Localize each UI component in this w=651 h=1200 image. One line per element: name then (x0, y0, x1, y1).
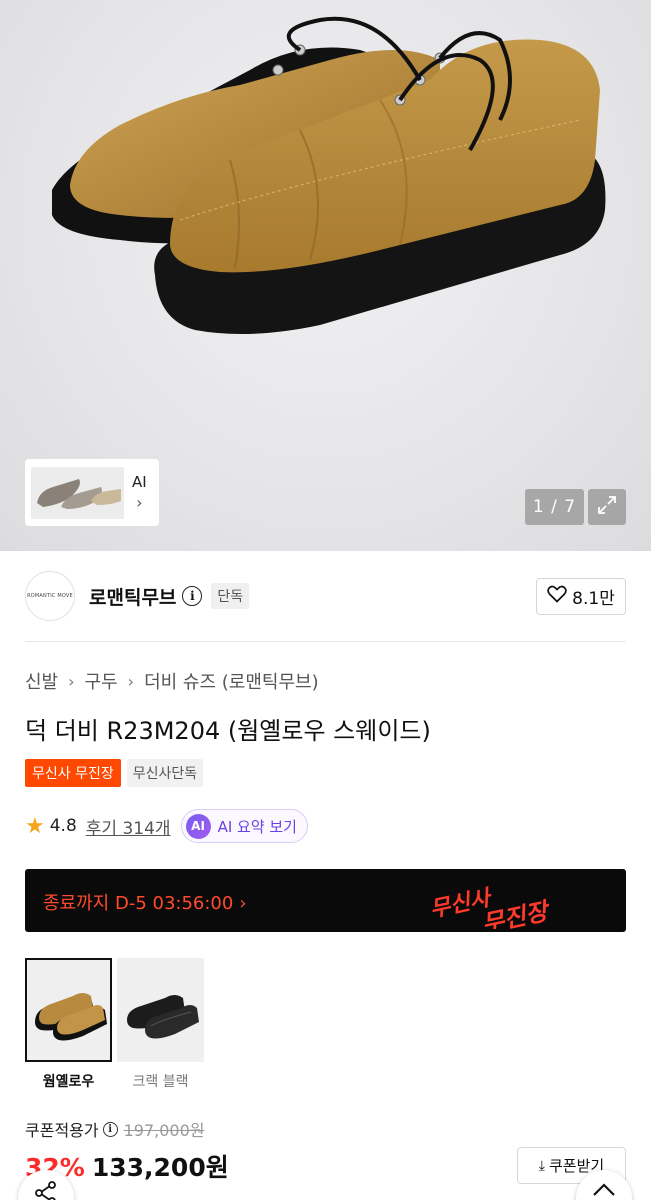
ai-icon: AI (185, 813, 211, 839)
download-icon: ⤓ (538, 1157, 545, 1174)
like-count: 8.1만 (572, 588, 615, 609)
ai-summary-button[interactable]: AI AI 요약 보기 (180, 809, 308, 843)
original-price: 197,000원 (123, 1121, 205, 1140)
coupon-price-row: 쿠폰적용가 i 197,000원 (25, 1117, 205, 1141)
divider (25, 641, 626, 642)
star-icon: ★ (25, 813, 45, 839)
countdown-text: 종료까지 D-5 03:56:00 (43, 893, 234, 914)
product-tags: 무신사 무진장 무신사단독 (25, 759, 204, 787)
coupon-price-label: 쿠폰적용가 (25, 1121, 99, 1140)
brand-logo[interactable]: ROMANTIC MOVE (25, 571, 75, 621)
product-image-carousel[interactable]: AI › 1 / 7 (0, 0, 651, 551)
product-title: 덕 더비 R23M204 (웜옐로우 스웨이드) (25, 717, 431, 745)
option-image (25, 958, 112, 1062)
rating-row: ★ 4.8 후기 314개 AI AI 요약 보기 (25, 809, 308, 843)
review-count-link[interactable]: 후기 314개 (86, 814, 171, 839)
event-timer-banner[interactable]: 종료까지 D-5 03:56:00 › 무신사 무진장 (25, 869, 626, 932)
color-option-warm-yellow[interactable]: 웜옐로우 (25, 958, 112, 1091)
color-option-crack-black[interactable]: 크랙 블랙 (117, 958, 204, 1091)
event-logo: 무신사 무진장 (428, 885, 554, 929)
brand-row: ROMANTIC MOVE 로맨틱무브 i 단독 8.1만 (25, 571, 626, 621)
final-price: 133,200원 (91, 1153, 229, 1182)
option-label: 크랙 블랙 (132, 1074, 189, 1090)
ai-similar-thumbnail[interactable]: AI › (25, 459, 159, 526)
color-options: 웜옐로우 크랙 블랙 (25, 958, 209, 1091)
thumbnail-image (31, 466, 124, 519)
info-icon[interactable]: i (182, 586, 203, 606)
breadcrumb: 신발 › 구두 › 더비 슈즈 (로맨틱무브) (25, 668, 319, 694)
exclusive-tag: 무신사단독 (126, 759, 204, 787)
event-tag: 무신사 무진장 (25, 759, 121, 787)
breadcrumb-item[interactable]: 더비 슈즈 (로맨틱무브) (144, 668, 319, 694)
svg-text:무진장: 무진장 (479, 896, 553, 929)
ai-summary-label: AI 요약 보기 (217, 817, 297, 836)
ai-label: AI (132, 473, 147, 491)
chevron-right-icon: › (127, 671, 135, 691)
expand-icon (596, 494, 618, 520)
breadcrumb-item[interactable]: 구두 (85, 668, 118, 694)
chevron-right-icon: › (239, 893, 247, 914)
option-image (117, 958, 204, 1062)
breadcrumb-item[interactable]: 신발 (25, 668, 58, 694)
rating-value: 4.8 (49, 816, 77, 836)
brand-logo-text: ROMANTIC MOVE (27, 593, 73, 599)
expand-button[interactable] (588, 489, 626, 525)
brand-name[interactable]: 로맨틱무브 (89, 583, 176, 610)
share-icon (33, 1180, 59, 1200)
chevron-right-icon: › (136, 493, 143, 512)
like-button[interactable]: 8.1만 (536, 577, 626, 615)
info-icon[interactable]: i (102, 1121, 118, 1137)
image-counter: 1 / 7 (525, 489, 584, 525)
heart-icon (547, 585, 567, 608)
option-label: 웜옐로우 (42, 1074, 95, 1090)
exclusive-badge: 단독 (211, 583, 250, 609)
chevron-right-icon: › (68, 671, 75, 691)
chevron-up-icon (591, 1182, 617, 1200)
